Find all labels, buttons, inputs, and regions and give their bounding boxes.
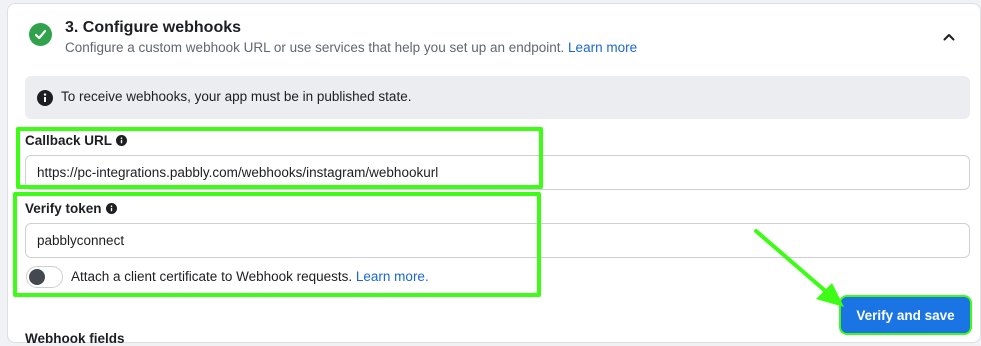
client-certificate-learn-more-link[interactable]: Learn more. [356, 269, 429, 284]
verify-token-label-text: Verify token [25, 201, 102, 216]
callback-url-input[interactable]: https://pc-integrations.pabbly.com/webho… [25, 155, 970, 190]
verify-and-save-button[interactable]: Verify and save [841, 297, 970, 333]
step-complete-check-icon [29, 23, 52, 46]
info-banner-text: To receive webhooks, your app must be in… [61, 89, 412, 104]
annotation-arrow-icon [754, 229, 844, 307]
client-certificate-toggle[interactable] [26, 266, 63, 288]
learn-more-link[interactable]: Learn more [568, 40, 637, 55]
toggle-knob [29, 269, 45, 285]
info-icon[interactable] [105, 203, 117, 214]
verify-token-label: Verify token [25, 201, 117, 216]
info-icon [37, 90, 53, 111]
client-certificate-label: Attach a client certificate to Webhook r… [71, 269, 429, 284]
client-certificate-label-text: Attach a client certificate to Webhook r… [71, 269, 356, 284]
published-state-info-banner: To receive webhooks, your app must be in… [25, 76, 970, 119]
step-title: 3. Configure webhooks [65, 19, 242, 36]
collapse-section-button[interactable] [937, 27, 961, 47]
callback-url-label: Callback URL [25, 133, 128, 148]
chevron-up-icon [943, 34, 955, 41]
callback-url-label-text: Callback URL [25, 133, 113, 148]
info-icon[interactable] [116, 135, 128, 146]
step-description: Configure a custom webhook URL or use se… [65, 40, 637, 55]
step-description-text: Configure a custom webhook URL or use se… [65, 40, 569, 55]
